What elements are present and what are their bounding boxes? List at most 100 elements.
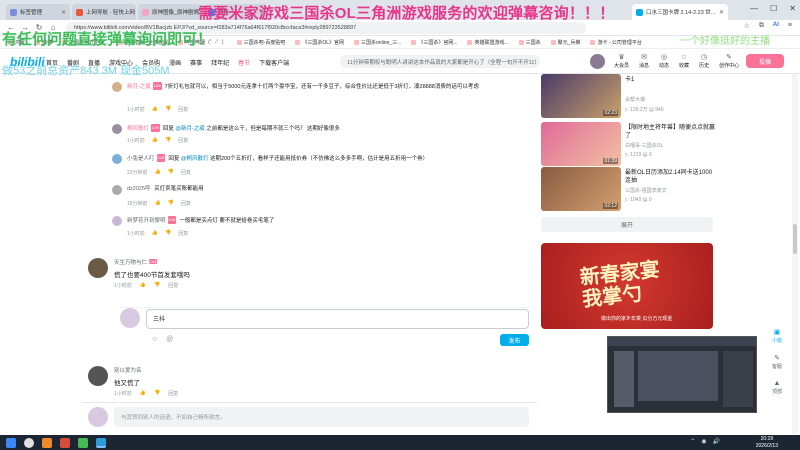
chevron-up-icon[interactable]: ⌃ [690,438,695,445]
bookmark-item[interactable]: 游卡 - 公司管理平台 [590,39,642,46]
video-thumbnail[interactable]: 02:12 [541,167,621,211]
dislike-icon[interactable]: 👎 [168,200,174,207]
dislike-icon[interactable]: 👎 [165,137,171,144]
like-icon[interactable]: 👍 [155,169,161,176]
nav-spring[interactable]: 春节 [238,58,250,67]
video-uploader[interactable]: 白哩哥-三国杀OL [625,142,663,149]
page-scrollbar[interactable] [792,74,798,434]
reply-button[interactable]: 回复 [168,282,178,289]
system-clock[interactable]: 20:28 2026/2/13 [756,436,778,449]
video-uploader[interactable]: 会帮大凝 [625,96,645,103]
user-avatar[interactable] [590,54,605,69]
dislike-icon[interactable]: 👎 [154,282,160,289]
reply-username[interactable]: 小兔是人叮 [127,156,155,162]
network-icon[interactable]: ◉ [701,438,706,445]
header-action[interactable]: ✉ 消息 [639,53,649,69]
bookmark-item[interactable]: 《三国杀》官网... [411,39,457,46]
like-icon[interactable]: 👍 [140,390,146,397]
reply-button[interactable]: 回复 [168,390,178,397]
reply-button[interactable]: 回复 [178,137,188,144]
app-icon[interactable] [42,437,52,448]
like-icon[interactable]: 👍 [152,106,158,113]
star-icon[interactable]: ☆ [744,22,750,30]
avatar[interactable] [112,216,122,226]
bookmark-item[interactable]: 三国杀吧-百度贴吧 [236,39,285,46]
nav-download[interactable]: 下载客户端 [259,58,289,67]
header-action[interactable]: ♛ 大会员 [614,53,629,69]
reply-button[interactable]: 回复 [181,200,191,207]
header-action[interactable]: ◷ 历史 [699,53,709,69]
header-action[interactable]: ☆ 收藏 [679,53,689,69]
header-action[interactable]: ✎ 创作中心 [719,53,739,69]
like-icon[interactable]: 👍 [140,282,146,289]
close-icon[interactable]: ✕ [789,4,796,13]
video-thumbnail[interactable]: 02:23 [541,74,621,118]
maximize-icon[interactable]: ☐ [770,4,777,13]
reply-username[interactable]: 新月-之痕 [127,84,151,90]
reply-username[interactable]: dz2025呼 [127,186,151,192]
mention-link[interactable]: @新月-之痕 [175,126,204,132]
comment-username[interactable]: 别以爱为名 [114,366,142,374]
bookmark-item[interactable]: 英雄联盟游戏... [467,39,509,46]
reply-username[interactable]: 桐风散灯 [127,126,149,132]
reply-username[interactable]: 新梦花开到黎明 [127,218,166,224]
ad-banner[interactable]: 新春家宴 我掌勺 做出你的家乡年菜 瓜分万元现金 [541,243,713,329]
dislike-icon[interactable]: 👎 [165,106,171,113]
send-button[interactable]: 发布 [500,334,529,346]
bookmark-item[interactable]: 《三国杀OL》官网 [295,39,344,46]
browser-tab-active[interactable]: 口水三国卡牌 2.14-2.23 世... ✕ [632,4,728,20]
video-uploader[interactable]: 三国杀-祖国李家文 [625,187,667,194]
browser-tab[interactable]: 标签管理 ✕ [6,4,70,20]
extensions-icon[interactable]: ⧉ [759,22,764,30]
video-title[interactable]: 最新OL日历添加2.14同卡送1000连抽 [625,169,715,185]
avatar[interactable] [112,124,122,134]
back-to-top-button[interactable]: ▲ 顶部 [767,380,787,395]
avatar[interactable] [112,82,122,92]
feedback-button[interactable]: ✎ 客服 [767,354,787,370]
video-title[interactable]: 卡1 [625,76,715,84]
mention-link[interactable]: @桐风散灯 [181,156,209,162]
ai-button[interactable]: AI [773,22,779,30]
avatar[interactable] [88,258,108,278]
reply-input[interactable]: 三抖 [146,309,529,329]
search-icon[interactable] [24,437,34,448]
browser-taskbar-icon[interactable] [96,437,106,448]
tab-close-icon[interactable]: ✕ [719,9,724,16]
mini-window-button[interactable]: ▣ 小窗 [767,328,787,344]
video-thumbnail[interactable]: 01:39 [541,122,621,166]
dislike-icon[interactable]: 👎 [168,169,174,176]
volume-icon[interactable]: 🔊 [713,438,720,445]
tab-close-icon[interactable]: ✕ [61,9,66,16]
app-icon[interactable] [60,437,70,448]
avatar[interactable] [88,366,108,386]
related-video[interactable]: 02:23 卡1 会帮大凝 ▷ 129.2万 ▤ 945 [541,74,716,118]
bookmark-item[interactable]: 三国杀 [518,39,541,46]
like-icon[interactable]: 👍 [155,200,161,207]
dislike-icon[interactable]: 👎 [154,390,160,397]
browser-tab[interactable]: 上网导航 · 轻快上网 从这里开始 ✕ [72,4,136,20]
scrollbar-thumb[interactable] [793,224,797,254]
comment-input[interactable]: 与其赞同别人的话语，不如自己畅所欲言。 [114,407,529,427]
reply-button[interactable]: 回复 [178,106,188,113]
search-input[interactable]: 11分钟带期权与聪明人讲讲这本作品真的大家都是开心了（全程一句开不开11） [340,55,540,68]
video-title[interactable]: 【限时地主将年兽】随便点点就赢了 [625,124,715,140]
bookmark-item[interactable]: 三国杀online_三... [354,39,401,46]
emoji-icon[interactable]: ☺ [151,336,158,343]
avatar[interactable] [112,154,122,164]
nav-manga[interactable]: 漫画 [169,58,181,67]
dislike-icon[interactable]: 👎 [165,230,171,237]
browser-tab[interactable]: 原神图像_原神剧情 ✕ [138,4,202,20]
like-icon[interactable]: 👍 [152,137,158,144]
bookmark-item[interactable]: 聚元_兵推 [550,39,580,46]
header-action[interactable]: ◎ 动态 [659,53,669,69]
upload-button[interactable]: 投稿 [746,54,784,68]
minimize-icon[interactable]: — [750,4,758,13]
reply-button[interactable]: 回复 [181,169,191,176]
related-video[interactable]: 02:12 最新OL日历添加2.14同卡送1000连抽 三国杀-祖国李家文 ▷ … [541,167,716,211]
avatar[interactable] [112,185,122,195]
pip-window[interactable] [607,336,757,413]
nav-match[interactable]: 赛事 [190,58,202,67]
like-icon[interactable]: 👍 [152,230,158,237]
menu-icon[interactable]: ≡ [788,22,792,30]
start-icon[interactable] [6,437,16,448]
